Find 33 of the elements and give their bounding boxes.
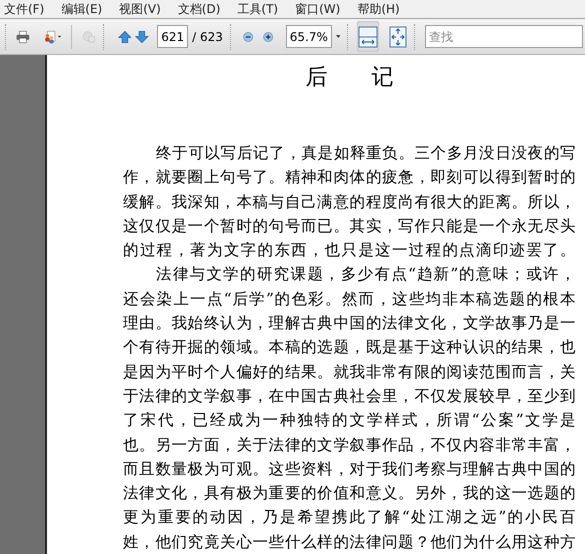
fit-page-icon	[388, 26, 407, 48]
fit-width-button[interactable]	[356, 21, 379, 52]
menu-item[interactable]: 文档(D)	[178, 0, 220, 18]
paragraph-line: 姓，他们究竟关心一些什么样的法律问题？他们为什么用这种方	[123, 532, 576, 553]
caret-icon[interactable]	[336, 34, 340, 39]
menu-item[interactable]: 文件(F)	[4, 0, 44, 18]
menu-item[interactable]: 窗口(W)	[295, 0, 340, 18]
paragraph-line: 法律文化，具有极为重要的价值和意义。另外，我的这一选题的	[123, 483, 576, 504]
paragraph-line: 了宋代，已经成为一种独特的文学样式，所谓“公案”文学是	[123, 410, 576, 432]
paragraph-line: 作，就要圈上句号了。精神和肉体的疲惫，即刻可以得到暂时的	[123, 167, 576, 188]
paragraph-line: 更为重要的动因，乃是希望携此了解“处江湖之远”的小民百	[123, 507, 576, 528]
paragraph-line: 理由。我始终认为，理解古典中国的法律文化，文学故事乃是一	[123, 313, 576, 334]
zoom-field[interactable]: 65.7%	[286, 25, 332, 48]
search-field[interactable]: 查找	[425, 25, 584, 48]
paragraph-line: 终于可以写后记了，真是如释重负。三个多月没日没夜的写	[155, 143, 576, 164]
menu-item[interactable]: 工具(T)	[237, 0, 278, 18]
paragraph-line: 这仅仅是一个暂时的句号而已。其实，写作只能是一个永无尽头	[123, 216, 576, 237]
fit-width-icon	[358, 26, 378, 48]
menu-item[interactable]: 视图(V)	[119, 0, 161, 18]
page-total: / 623	[192, 28, 223, 46]
paragraph-line: 法律与文学的研究课题，多少有点“趋新”的意味；或许，	[155, 264, 576, 286]
page-title: 后 记	[304, 64, 394, 92]
paragraph-line: 的过程，著为文字的东西，也只是这一过程的点滴印迹罢了。	[123, 240, 576, 262]
paragraph-line: 而且数量极为可观。这些资料，对于我们考察与理解古典中国的	[123, 458, 576, 480]
paragraph-line: 也。另一方面，关于法律的文学叙事作品，不仅内容非常丰富，	[123, 434, 576, 456]
menu-item[interactable]: 编辑(E)	[61, 0, 102, 18]
paragraph-line: 于法律的文学叙事，在中国古典社会里，不仅发展较早，至少到	[123, 386, 576, 407]
paragraph-line: 还会染上一点“后学”的色彩。然而，这些均非本稿选题的根本	[123, 288, 576, 310]
paragraph-line: 个有待开掘的领域。本稿的选题，既是基于这种认识的结果，也	[123, 337, 576, 358]
page-number-field[interactable]: 621	[157, 25, 188, 48]
menu-item[interactable]: 帮助(H)	[357, 0, 400, 18]
paragraph-line: 是因为平时个人偏好的结果。就我非常有限的阅读范围而言，关	[123, 362, 576, 383]
paragraph-line: 缓解。我深知，本稿与自己满意的程度尚有很大的距离。所以，	[123, 192, 576, 213]
